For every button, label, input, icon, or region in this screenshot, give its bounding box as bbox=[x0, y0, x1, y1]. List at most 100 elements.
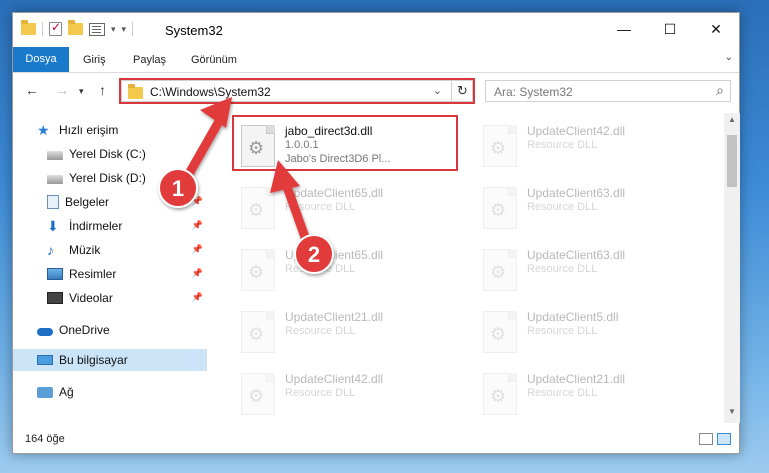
disk-icon bbox=[47, 151, 63, 160]
sidebar-item-label: OneDrive bbox=[59, 323, 110, 337]
close-button[interactable]: ✕ bbox=[693, 13, 739, 45]
file-name: UpdateClient63.dll bbox=[527, 248, 626, 262]
ribbon-tabs: Dosya Giriş Paylaş Görünüm ⌄ bbox=[13, 47, 739, 73]
file-item[interactable]: ⚙ UpdateClient42.dll Resource DLL bbox=[235, 367, 465, 417]
sidebar-item-videos[interactable]: Videolar 📌 bbox=[13, 287, 207, 309]
view-toggle bbox=[699, 433, 731, 445]
pin-icon[interactable]: 📌 bbox=[192, 268, 203, 279]
minimize-button[interactable]: — bbox=[601, 13, 647, 45]
file-item[interactable]: ⚙ UpdateClient21.dll Resource DLL bbox=[477, 367, 707, 417]
properties-check-icon[interactable] bbox=[49, 20, 62, 36]
gear-icon: ⚙ bbox=[248, 200, 265, 220]
window-title: System32 bbox=[165, 23, 223, 38]
list-properties-icon[interactable] bbox=[89, 22, 105, 36]
sidebar-item-label: Belgeler bbox=[65, 195, 110, 209]
sidebar-item-label: Bu bilgisayar bbox=[59, 353, 128, 367]
gear-icon: ⚙ bbox=[490, 386, 507, 406]
file-item[interactable]: ⚙ UpdateClient63.dll Resource DLL bbox=[477, 243, 707, 293]
vertical-scrollbar[interactable]: ▲ ▼ bbox=[724, 113, 740, 423]
tab-view[interactable]: Görünüm bbox=[191, 51, 237, 71]
gear-icon: ⚙ bbox=[490, 262, 507, 282]
sidebar-item-disk-d[interactable]: Yerel Disk (D:) bbox=[13, 167, 207, 189]
recent-locations-icon[interactable]: ▾ bbox=[79, 86, 84, 97]
dll-file-icon: ⚙ bbox=[241, 373, 275, 415]
file-item[interactable]: ⚙ UpdateClient21.dll Resource DLL bbox=[235, 305, 465, 355]
navigation-pane: ★ Hızlı erişim Yerel Disk (C:) Yerel Dis… bbox=[13, 113, 207, 423]
sidebar-item-network[interactable]: Ağ bbox=[13, 381, 207, 403]
details-view-icon[interactable] bbox=[699, 433, 713, 445]
file-item[interactable]: ⚙ UpdateClient5.dll Resource DLL bbox=[477, 305, 707, 355]
customize-toolbar-icon[interactable]: ▾ bbox=[122, 24, 127, 35]
sidebar-item-pictures[interactable]: Resimler 📌 bbox=[13, 263, 207, 285]
computer-icon bbox=[37, 355, 53, 365]
forward-arrow-icon[interactable]: → bbox=[55, 82, 69, 98]
sidebar-item-music[interactable]: ♪ Müzik 📌 bbox=[13, 239, 207, 261]
sidebar-item-disk-c[interactable]: Yerel Disk (C:) bbox=[13, 143, 207, 165]
disk-icon bbox=[47, 175, 63, 184]
search-icon[interactable]: ⌕ bbox=[716, 82, 724, 99]
expand-ribbon-icon[interactable]: ⌄ bbox=[725, 52, 733, 63]
file-name: UpdateClient65.dll bbox=[285, 186, 384, 200]
item-count: 164 öğe bbox=[25, 433, 65, 445]
file-type: Resource DLL bbox=[527, 201, 598, 213]
download-icon: ⬇ bbox=[47, 218, 59, 234]
tab-share[interactable]: Paylaş bbox=[133, 51, 166, 71]
pin-icon[interactable]: 📌 bbox=[192, 244, 203, 255]
folder-icon[interactable] bbox=[21, 20, 36, 35]
sidebar-item-label: Resimler bbox=[69, 267, 117, 281]
music-icon: ♪ bbox=[47, 242, 54, 258]
documents-icon bbox=[47, 195, 59, 209]
sidebar-item-documents[interactable]: Belgeler 📌 bbox=[13, 191, 207, 213]
quick-access-toolbar: ▾ ▾ bbox=[21, 20, 134, 36]
sidebar-item-quick-access[interactable]: ★ Hızlı erişim bbox=[13, 119, 207, 141]
back-arrow-icon[interactable]: ← bbox=[25, 82, 39, 98]
large-icons-view-icon[interactable] bbox=[717, 433, 731, 445]
dll-file-icon: ⚙ bbox=[241, 187, 275, 229]
navigation-bar: ← → ▾ ↑ C:\Windows\System32 ⌄ ↻ Ara: Sys… bbox=[13, 75, 739, 107]
dll-file-icon: ⚙ bbox=[483, 311, 517, 353]
dll-file-icon: ⚙ bbox=[483, 187, 517, 229]
gear-icon: ⚙ bbox=[248, 262, 265, 282]
file-item[interactable]: ⚙ UpdateClient65.dll Resource DLL bbox=[235, 243, 465, 293]
tab-file[interactable]: Dosya bbox=[13, 47, 69, 72]
file-highlight-box bbox=[232, 115, 458, 171]
scrollbar-thumb[interactable] bbox=[727, 135, 737, 187]
file-type: Resource DLL bbox=[527, 263, 598, 275]
up-arrow-icon[interactable]: ↑ bbox=[99, 82, 106, 98]
search-placeholder: Ara: System32 bbox=[494, 85, 573, 99]
chevron-down-icon[interactable]: ▾ bbox=[111, 24, 116, 35]
search-input[interactable]: Ara: System32 ⌕ bbox=[485, 80, 731, 102]
tab-home[interactable]: Giriş bbox=[83, 51, 106, 71]
gear-icon: ⚙ bbox=[490, 138, 507, 158]
explorer-window: ▾ ▾ System32 — ☐ ✕ Dosya Giriş Paylaş Gö… bbox=[12, 12, 740, 454]
network-icon bbox=[37, 386, 53, 398]
sidebar-item-onedrive[interactable]: OneDrive bbox=[13, 319, 207, 341]
new-folder-icon[interactable] bbox=[68, 20, 83, 35]
sidebar-item-this-pc[interactable]: Bu bilgisayar bbox=[13, 349, 207, 371]
sidebar-item-label: Hızlı erişim bbox=[59, 123, 119, 137]
sidebar-item-downloads[interactable]: ⬇ İndirmeler 📌 bbox=[13, 215, 207, 237]
scroll-up-icon[interactable]: ▲ bbox=[724, 115, 740, 129]
pictures-icon bbox=[47, 268, 63, 280]
sidebar-item-label: Videolar bbox=[69, 291, 113, 305]
dll-file-icon: ⚙ bbox=[483, 249, 517, 291]
title-bar: ▾ ▾ System32 — ☐ ✕ bbox=[13, 13, 739, 47]
scroll-down-icon[interactable]: ▼ bbox=[724, 407, 740, 421]
maximize-button[interactable]: ☐ bbox=[647, 13, 693, 45]
file-name: UpdateClient42.dll bbox=[285, 372, 384, 386]
pin-icon[interactable]: 📌 bbox=[192, 220, 203, 231]
pin-icon[interactable]: 📌 bbox=[192, 292, 203, 303]
dll-file-icon: ⚙ bbox=[241, 249, 275, 291]
sidebar-item-label: Yerel Disk (D:) bbox=[69, 171, 146, 185]
gear-icon: ⚙ bbox=[490, 324, 507, 344]
file-item[interactable]: ⚙ UpdateClient42.dll Resource DLL bbox=[477, 119, 707, 169]
dll-file-icon: ⚙ bbox=[241, 311, 275, 353]
file-item[interactable]: ⚙ UpdateClient63.dll Resource DLL bbox=[477, 181, 707, 231]
videos-icon bbox=[47, 292, 63, 304]
file-name: UpdateClient42.dll bbox=[527, 124, 626, 138]
pin-icon[interactable]: 📌 bbox=[192, 196, 203, 207]
file-item[interactable]: ⚙ UpdateClient65.dll Resource DLL bbox=[235, 181, 465, 231]
sidebar-item-label: İndirmeler bbox=[69, 219, 123, 233]
file-name: UpdateClient63.dll bbox=[527, 186, 626, 200]
file-name: UpdateClient65.dll bbox=[285, 248, 384, 262]
